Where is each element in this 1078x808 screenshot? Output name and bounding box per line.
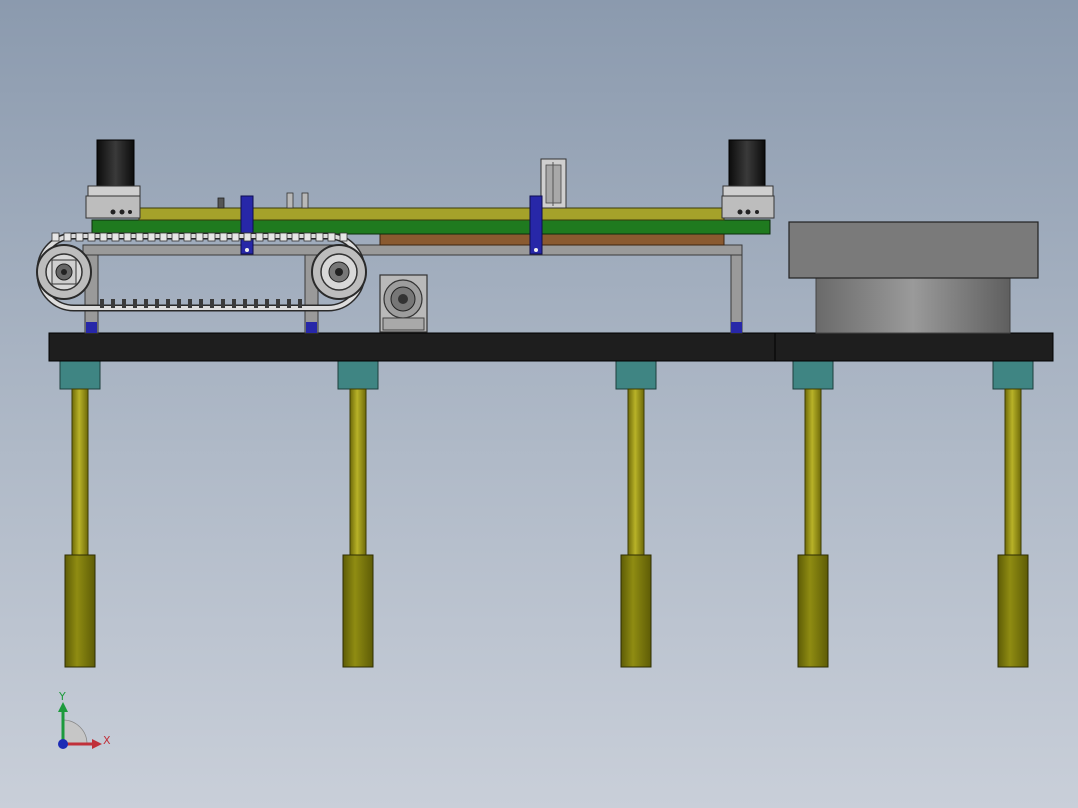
brown-plate[interactable] xyxy=(379,233,725,246)
right-housing-block[interactable] xyxy=(788,221,1039,334)
chain-tooth xyxy=(144,299,148,308)
sprocket-right[interactable] xyxy=(311,244,367,300)
leg-cap xyxy=(59,360,101,390)
chain-tooth xyxy=(210,299,214,308)
chain-tooth xyxy=(122,299,126,308)
chain-link xyxy=(255,232,264,242)
cad-viewport[interactable]: Y X xyxy=(0,0,1078,808)
support-leg xyxy=(615,360,657,668)
chain-link xyxy=(267,232,276,242)
rail-green xyxy=(91,219,771,235)
chain-link xyxy=(111,232,120,242)
support-legs xyxy=(59,360,1034,668)
chain-link xyxy=(303,232,312,242)
chain-tooth xyxy=(276,299,280,308)
sprocket-icon xyxy=(311,244,367,300)
support-leg xyxy=(337,360,379,668)
leg-cylinder xyxy=(64,554,96,668)
chain-tooth xyxy=(177,299,181,308)
chain-tooth xyxy=(287,299,291,308)
leg-cylinder xyxy=(997,554,1029,668)
chain-tooth xyxy=(133,299,137,308)
chain-tooth xyxy=(100,299,104,308)
chain-tooth xyxy=(188,299,192,308)
chain-link xyxy=(51,232,60,242)
chain-link xyxy=(315,232,324,242)
triad-x-label: X xyxy=(103,734,111,747)
chain-tooth xyxy=(232,299,236,308)
chain-tooth xyxy=(243,299,247,308)
chain-link xyxy=(147,232,156,242)
chain-link xyxy=(87,232,96,242)
leg-cylinder xyxy=(620,554,652,668)
chain-tooth xyxy=(166,299,170,308)
leg-rod xyxy=(71,388,89,556)
chain-tooth xyxy=(221,299,225,308)
chain-link xyxy=(339,232,348,242)
chain-link xyxy=(99,232,108,242)
support-leg xyxy=(992,360,1034,668)
sprocket-left[interactable] xyxy=(36,244,92,300)
chain-link xyxy=(207,232,216,242)
chain-link xyxy=(195,232,204,242)
stepper-motor-icon xyxy=(96,139,135,188)
leg-cap xyxy=(337,360,379,390)
frame-foot xyxy=(86,322,97,333)
leg-rod xyxy=(627,388,645,556)
leg-cap xyxy=(992,360,1034,390)
stepper-motor-right[interactable] xyxy=(721,139,775,219)
coordinate-triad[interactable]: Y X xyxy=(58,690,111,749)
chain-tooth xyxy=(254,299,258,308)
support-leg xyxy=(792,360,834,668)
housing-drum xyxy=(815,277,1011,334)
sprocket-icon xyxy=(36,244,92,300)
chain-link xyxy=(243,232,252,242)
stepper-motor-icon xyxy=(728,139,766,188)
chain-link xyxy=(219,232,228,242)
leg-cylinder xyxy=(797,554,829,668)
chain-tooth xyxy=(111,299,115,308)
gearbox[interactable] xyxy=(379,274,428,333)
chain-link xyxy=(291,232,300,242)
leg-cylinder xyxy=(342,554,374,668)
housing-cover xyxy=(788,221,1039,279)
frame-foot xyxy=(306,322,317,333)
leg-rod xyxy=(1004,388,1022,556)
chain-tooth xyxy=(265,299,269,308)
leg-cap xyxy=(615,360,657,390)
leg-rod xyxy=(804,388,822,556)
triad-y-label: Y xyxy=(58,690,66,703)
chain-tooth xyxy=(298,299,302,308)
chain-link xyxy=(135,232,144,242)
coordinate-triad-icon xyxy=(58,702,102,749)
chain-link xyxy=(279,232,288,242)
linear-guide-block[interactable] xyxy=(540,158,567,209)
table-top[interactable] xyxy=(48,332,1054,362)
upper-rails[interactable] xyxy=(91,207,771,235)
chain-link xyxy=(171,232,180,242)
chain-link xyxy=(75,232,84,242)
chain-link xyxy=(159,232,168,242)
chain-link xyxy=(183,232,192,242)
chain-link xyxy=(63,232,72,242)
chain-link xyxy=(231,232,240,242)
support-leg xyxy=(59,360,101,668)
chain-tooth xyxy=(199,299,203,308)
chain-link xyxy=(123,232,132,242)
gearbox-icon xyxy=(379,274,428,333)
leg-cap xyxy=(792,360,834,390)
chain-tooth xyxy=(155,299,159,308)
leg-rod xyxy=(349,388,367,556)
top-pins xyxy=(217,192,309,209)
rail-olive xyxy=(138,207,725,221)
frame-foot xyxy=(731,322,742,333)
stepper-motor-left[interactable] xyxy=(85,139,141,219)
chain-link xyxy=(327,232,336,242)
